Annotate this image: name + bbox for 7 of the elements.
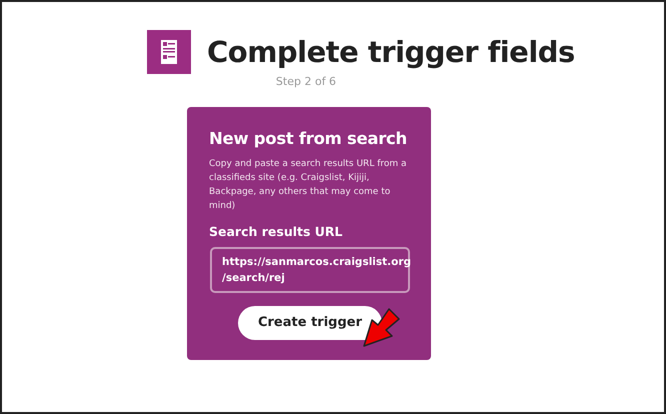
create-trigger-button[interactable]: Create trigger (238, 306, 382, 340)
field-label: Search results URL (209, 223, 344, 242)
step-indicator: Step 2 of 6 (274, 74, 338, 90)
card-description: Copy and paste a search results URL from a classifieds site (e.g. Craigslist, Kijiji, Backpage, any others that may come to mind) (209, 158, 408, 214)
card-title: New post from search (209, 128, 408, 148)
url-field[interactable]: https://sanmarcos.craigslist.org /search/rej (210, 247, 410, 294)
page-title: Complete trigger fields (207, 34, 575, 70)
